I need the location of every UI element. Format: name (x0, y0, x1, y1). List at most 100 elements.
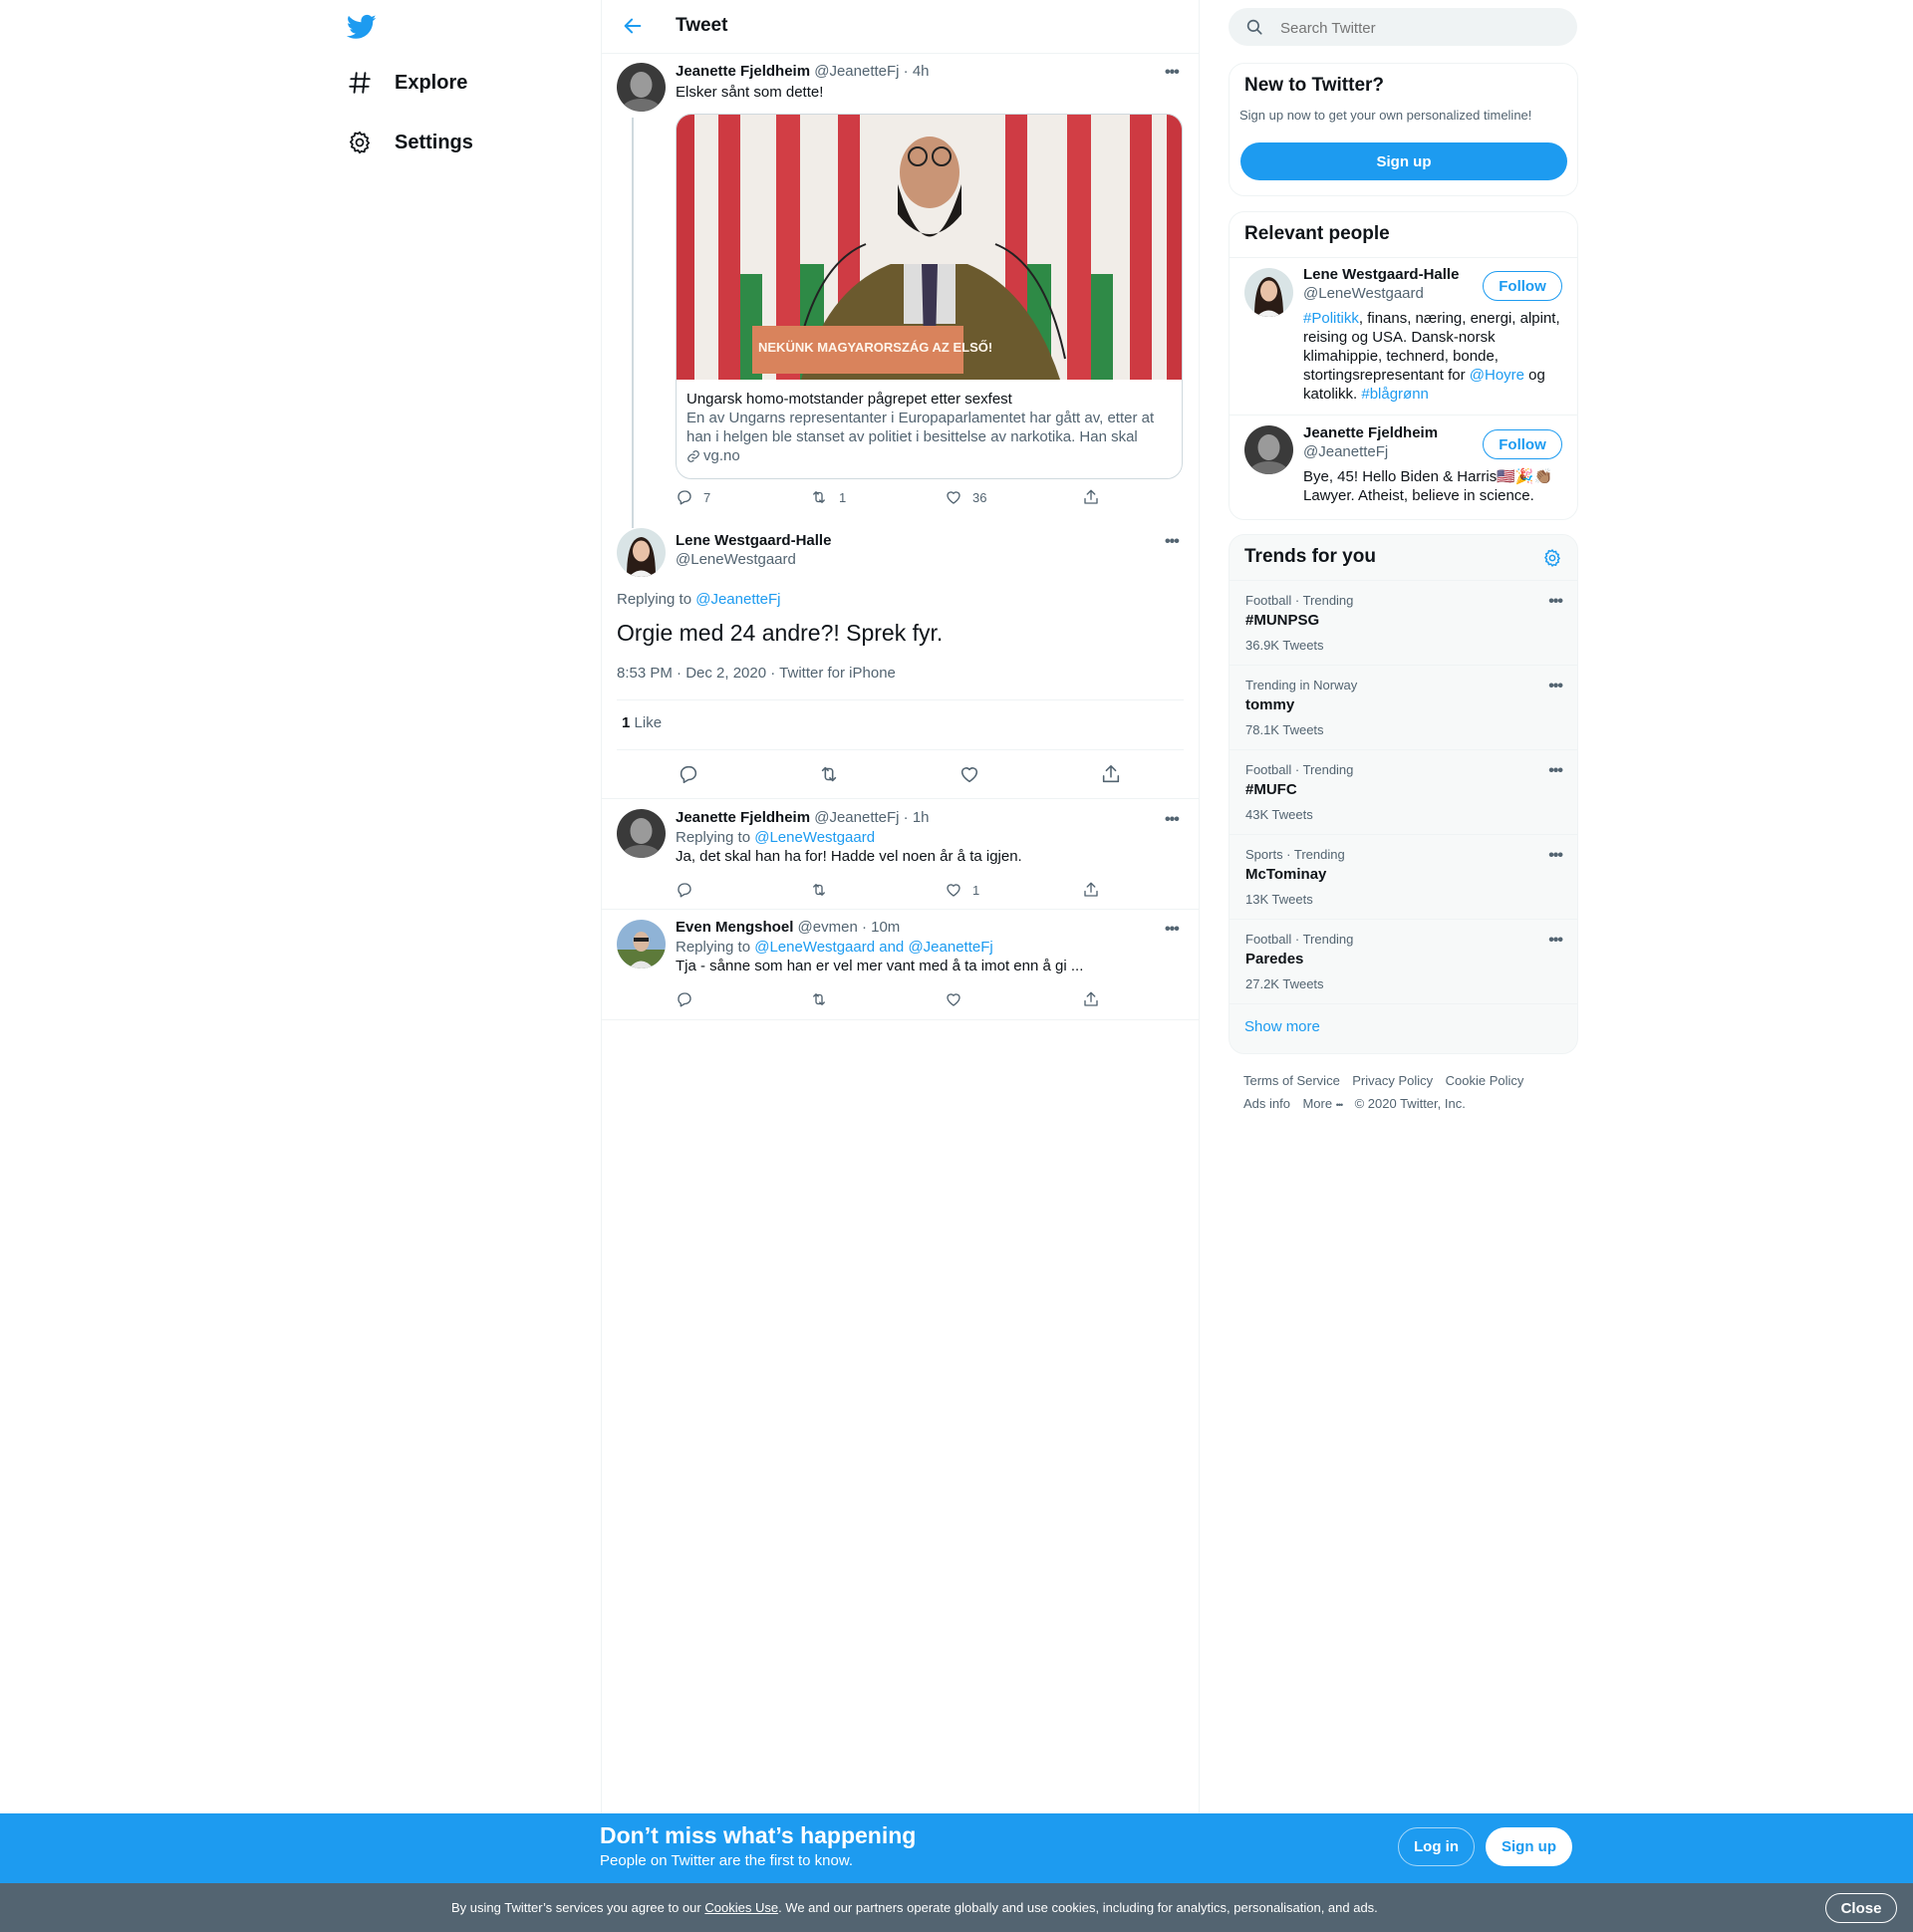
like-button[interactable]: 36 (945, 488, 986, 506)
tweet-handle[interactable]: @evmen (798, 919, 858, 936)
more-link[interactable]: More ••• (1302, 1096, 1343, 1111)
trend-item[interactable]: Trending in Norway tommy 78.1K Tweets ••… (1230, 665, 1578, 749)
avatar[interactable] (617, 920, 666, 968)
cookies-use-link[interactable]: Cookies Use (704, 1900, 778, 1915)
avatar[interactable] (617, 528, 666, 577)
trend-item[interactable]: Football · Trending #MUNPSG 36.9K Tweets… (1230, 580, 1578, 665)
trend-name: McTominay (1245, 866, 1327, 883)
close-button[interactable]: Close (1825, 1893, 1897, 1923)
nav-explore[interactable]: Explore (347, 70, 467, 96)
trend-context: Football · Trending (1245, 593, 1354, 608)
replying-to-link[interactable]: @LeneWestgaard and @JeanetteFj (754, 939, 993, 956)
tweet-author[interactable]: Jeanette Fjeldheim (676, 63, 810, 80)
ads-info-link[interactable]: Ads info (1243, 1096, 1290, 1111)
link-card-image-caption: NEKÜNK MAGYARORSZÁG AZ ELSŐ! (758, 340, 993, 355)
retweet-icon (809, 488, 829, 506)
nav-explore-label: Explore (395, 71, 468, 94)
retweet-button[interactable] (809, 990, 829, 1008)
follow-button-label: Follow (1499, 277, 1546, 295)
privacy-link[interactable]: Privacy Policy (1352, 1073, 1433, 1088)
share-button[interactable] (1082, 990, 1100, 1008)
person-handle[interactable]: @JeanetteFj (1303, 443, 1388, 460)
login-button[interactable]: Log in (1398, 1827, 1475, 1866)
avatar[interactable] (617, 63, 666, 112)
more-options-icon[interactable]: ••• (1548, 762, 1563, 780)
signup-button[interactable]: Sign up (1486, 1827, 1572, 1866)
twitter-logo-icon[interactable] (347, 12, 377, 42)
reply-tweet[interactable]: Jeanette Fjeldheim @JeanetteFj · 1h Repl… (676, 809, 1184, 865)
tweet-handle[interactable]: @JeanetteFj (814, 63, 899, 80)
follow-button[interactable]: Follow (1483, 271, 1562, 301)
show-more-link[interactable]: Show more (1244, 1018, 1320, 1035)
person-handle[interactable]: @LeneWestgaard (1303, 285, 1424, 302)
tweet-author[interactable]: Even Mengshoel (676, 919, 793, 936)
gear-icon[interactable] (1542, 548, 1562, 568)
search-input[interactable] (1278, 16, 1561, 40)
likes-summary[interactable]: 1 Like (622, 714, 662, 731)
like-button[interactable] (945, 990, 962, 1008)
share-button[interactable] (1082, 488, 1100, 506)
cookie-link[interactable]: Cookie Policy (1446, 1073, 1524, 1088)
reply-icon (676, 488, 693, 506)
more-options-icon[interactable]: ••• (1548, 932, 1563, 950)
trend-item[interactable]: Football · Trending #MUFC 43K Tweets ••• (1230, 749, 1578, 834)
person-bio: #Politikk, finans, næring, energi, alpin… (1303, 309, 1566, 404)
trend-item[interactable]: Football · Trending Paredes 27.2K Tweets… (1230, 919, 1578, 1003)
reply-button[interactable] (678, 763, 699, 785)
relevant-people-card: Relevant people Lene Westgaard-Halle @Le… (1229, 211, 1578, 520)
search-bar[interactable] (1229, 8, 1577, 46)
tweet-source[interactable]: Twitter for iPhone (779, 665, 896, 682)
tweet-timestamp[interactable]: 8:53 PM · Dec 2, 2020 (617, 665, 766, 682)
reply-button[interactable] (676, 881, 693, 899)
share-button[interactable] (1082, 881, 1100, 899)
main-tweet-text: Orgie med 24 andre?! Sprek fyr. (617, 620, 944, 646)
tweet-handle[interactable]: @JeanetteFj (814, 809, 899, 826)
avatar[interactable] (1244, 268, 1293, 317)
retweet-button[interactable] (809, 881, 829, 899)
reply-button[interactable]: 7 (676, 488, 710, 506)
more-options-icon[interactable]: ••• (1165, 921, 1180, 939)
more-options-icon[interactable]: ••• (1165, 64, 1180, 82)
bio-mention[interactable]: @Hoyre (1470, 367, 1524, 384)
footer-links: Terms of Service Privacy Policy Cookie P… (1243, 1069, 1572, 1117)
tweet-time[interactable]: · 10m (862, 919, 900, 936)
retweet-button[interactable]: 1 (809, 488, 846, 506)
bio-hashtag[interactable]: #Politikk (1303, 310, 1359, 327)
more-options-icon[interactable]: ••• (1165, 811, 1180, 829)
signup-button[interactable]: Sign up (1240, 142, 1567, 180)
like-button[interactable] (958, 763, 980, 785)
more-options-icon[interactable]: ••• (1548, 847, 1563, 865)
prompt-subtitle: People on Twitter are the first to know. (600, 1852, 854, 1869)
person-name[interactable]: Jeanette Fjeldheim (1303, 424, 1438, 441)
like-button[interactable]: 1 (945, 881, 979, 899)
reply-button[interactable] (676, 990, 693, 1008)
avatar[interactable] (617, 809, 666, 858)
more-options-icon[interactable]: ••• (1548, 678, 1563, 695)
retweet-button[interactable] (817, 763, 841, 785)
avatar[interactable] (1244, 425, 1293, 474)
tweet-time[interactable]: · 1h (904, 809, 930, 826)
link-card[interactable]: NEKÜNK MAGYARORSZÁG AZ ELSŐ! Ungarsk hom… (676, 114, 1183, 479)
retweet-icon (817, 763, 841, 785)
tweet-handle[interactable]: @LeneWestgaard (676, 551, 796, 568)
follow-button[interactable]: Follow (1483, 429, 1562, 459)
terms-link[interactable]: Terms of Service (1243, 1073, 1340, 1088)
tweet-author[interactable]: Jeanette Fjeldheim (676, 809, 810, 826)
more-options-icon[interactable]: ••• (1548, 593, 1563, 611)
share-button[interactable] (1100, 763, 1122, 785)
replying-to-link[interactable]: @JeanetteFj (695, 591, 780, 608)
cookie-text-before: By using Twitter’s services you agree to… (451, 1900, 705, 1915)
replying-to-link[interactable]: @LeneWestgaard (754, 829, 875, 846)
more-options-icon[interactable]: ••• (1165, 533, 1180, 551)
nav-settings[interactable]: Settings (347, 130, 473, 155)
tweet-author[interactable]: Lene Westgaard-Halle (676, 532, 831, 549)
replying-to-label: Replying to (676, 829, 751, 846)
retweet-count: 1 (839, 489, 847, 505)
bio-hashtag[interactable]: #blågrønn (1361, 386, 1429, 403)
trend-context: Sports · Trending (1245, 847, 1345, 862)
reply-tweet[interactable]: Even Mengshoel @evmen · 10m Replying to … (676, 919, 1184, 974)
person-name[interactable]: Lene Westgaard-Halle (1303, 266, 1459, 283)
trend-item[interactable]: Sports · Trending McTominay 13K Tweets •… (1230, 834, 1578, 919)
back-arrow-icon[interactable] (622, 15, 644, 37)
tweet-time[interactable]: · 4h (904, 63, 930, 80)
